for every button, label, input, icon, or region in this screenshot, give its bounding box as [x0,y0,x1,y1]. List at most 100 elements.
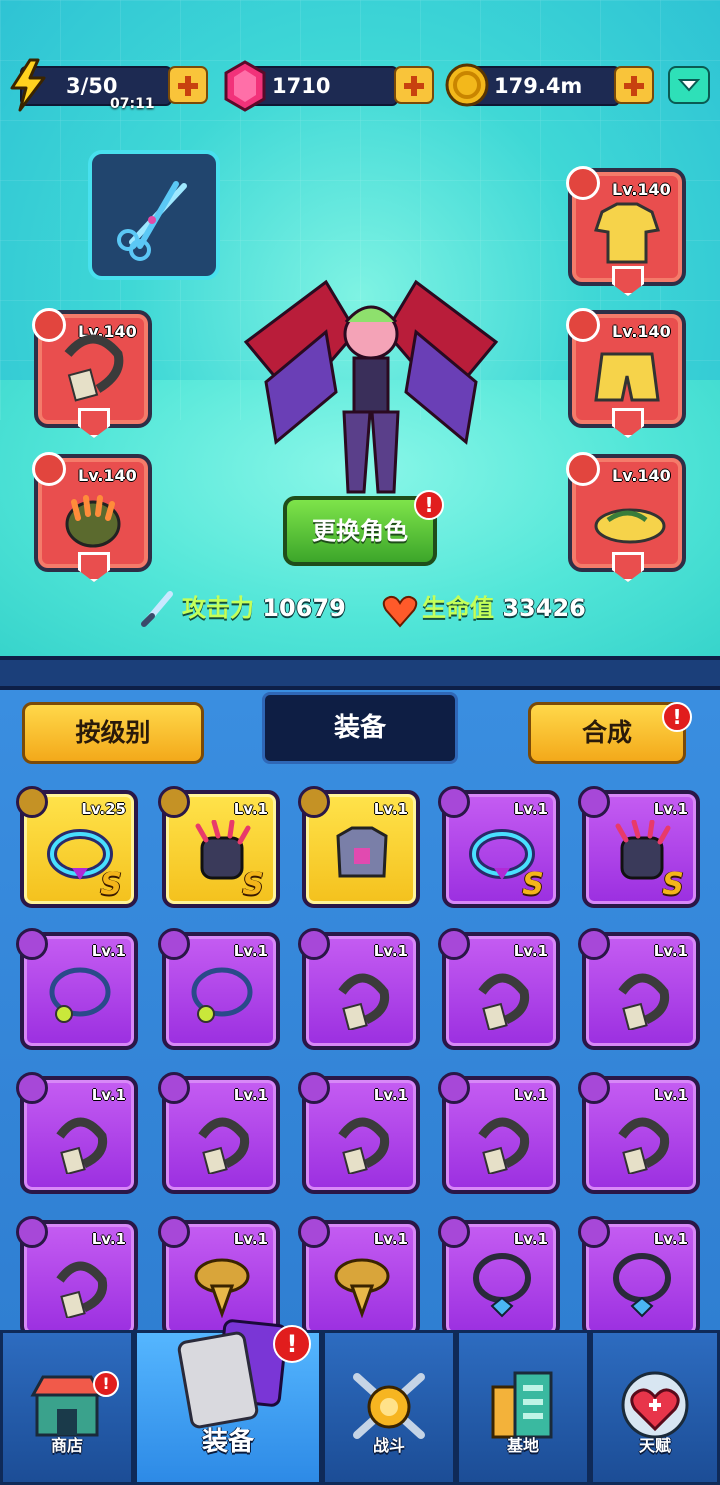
hp-stat: 生命值 33426 [422,588,586,623]
inventory-item[interactable]: Lv.1 S [158,786,280,908]
chevron-down-icon [677,79,701,92]
nav-base-label: 基地 [506,1436,539,1455]
tag-necklace-icon [618,1117,670,1174]
nav-battle[interactable]: 战斗 [322,1330,456,1485]
inventory-item[interactable]: Lv.1 S [578,786,700,908]
add-coins-button[interactable] [614,66,654,104]
hp-value: 33426 [502,594,586,622]
item-level: Lv.1 [653,1086,688,1104]
item-level: Lv.1 [91,1086,126,1104]
inventory-item[interactable]: Lv.1 [578,928,700,1050]
tag-necklace-icon [338,973,390,1030]
tag-necklace-icon [478,973,530,1030]
necklace-type-icon [438,1216,470,1248]
scarf-icon [194,1258,250,1318]
shirt-slot[interactable]: Lv.140 [566,166,686,296]
necklace-type-icon [16,928,48,960]
necklace-type-icon [16,1072,48,1104]
necklace-type-icon [16,786,48,818]
lightning-icon [10,58,46,112]
nav-base[interactable]: 基地 [456,1330,590,1485]
change-character-alert: ! [414,490,444,520]
nav-shop[interactable]: 商店 ! [0,1330,134,1485]
item-grade: S [522,867,544,902]
character-sprite [243,279,499,494]
inventory-item[interactable]: Lv.1 [298,1072,420,1194]
gem-value: 1710 [272,74,331,98]
item-level: Lv.1 [91,1230,126,1248]
add-gems-button[interactable] [394,66,434,104]
weapon-slot[interactable] [88,150,220,280]
item-level: Lv.1 [373,1230,408,1248]
tag-necklace-icon [64,334,124,402]
shirt-type-icon [298,786,330,818]
inventory-item[interactable]: Lv.1 S [438,786,560,908]
pants-slot[interactable]: Lv.140 [566,308,686,438]
inventory-item[interactable]: Lv.1 [16,1072,138,1194]
item-level: Lv.1 [373,800,408,818]
item-level: Lv.1 [513,800,548,818]
tag-necklace-icon [478,1117,530,1174]
shoes-slot[interactable]: Lv.140 [566,452,686,582]
equipment-alert: ! [273,1325,311,1363]
necklace-type-icon [438,1072,470,1104]
necklace-type-icon [158,928,190,960]
inventory-item[interactable]: Lv.1 [16,1216,138,1338]
gem-choker-icon [473,1253,531,1318]
coin-icon [445,63,489,107]
inventory-item[interactable]: Lv.1 [158,1072,280,1194]
tag-necklace-icon [618,973,670,1030]
inventory-item[interactable]: Lv.1 [438,1216,560,1338]
item-level: Lv.1 [513,1086,548,1104]
add-energy-button[interactable] [168,66,208,104]
inventory-item[interactable]: Lv.1 [438,1072,560,1194]
tag-necklace-icon [56,1117,108,1174]
scarf-icon [334,1258,390,1318]
necklace-slot[interactable]: Lv.140 [32,308,152,438]
tab-equipment[interactable]: 装备 [262,692,458,764]
nav-talent[interactable]: 天赋 [590,1330,720,1485]
necklace-type-icon [158,1072,190,1104]
necklace-type-icon [298,1216,330,1248]
inventory-item[interactable]: Lv.25 S [16,786,138,908]
menu-toggle-button[interactable] [668,66,710,104]
necklace-type-icon [438,786,470,818]
nav-talent-label: 天赋 [638,1436,671,1455]
merge-alert: ! [662,702,692,732]
item-level: Lv.1 [513,1230,548,1248]
item-level: Lv.1 [233,1086,268,1104]
item-level: Lv.25 [81,800,126,818]
attack-stat: 攻击力 10679 [182,588,346,623]
tag-necklace-icon [338,1117,390,1174]
item-level: Lv.1 [233,1230,268,1248]
gem-choker-icon [613,1253,671,1318]
nav-equipment-label: 装备 [201,1427,254,1457]
item-level: Lv.1 [233,800,268,818]
armor-vest-icon [336,826,388,878]
item-grade: S [100,867,122,902]
item-level: Lv.1 [653,942,688,960]
item-level: Lv.1 [373,1086,408,1104]
inventory-item[interactable]: Lv.1 [298,928,420,1050]
nav-equipment[interactable]: 装备 ! [134,1319,322,1485]
inventory-item[interactable]: Lv.1 [298,1216,420,1338]
sort-by-level-button[interactable]: 按级别 [22,702,204,764]
building-icon [491,1371,553,1439]
inventory-item[interactable]: Lv.1 [298,786,420,908]
inventory-item[interactable]: Lv.1 [578,1072,700,1194]
energy-timer: 07:11 [110,96,155,112]
sandal-icon [594,508,666,544]
inventory-item[interactable]: Lv.1 [158,928,280,1050]
glove-type-icon [158,786,190,818]
gem-icon [224,60,266,112]
inventory-item[interactable]: Lv.1 [16,928,138,1050]
necklace-type-icon [578,1216,610,1248]
inventory-item[interactable]: Lv.1 [438,928,560,1050]
glove-slot[interactable]: Lv.140 [32,452,152,582]
ball-necklace-icon [49,967,111,1023]
necklace-type-icon [16,1216,48,1248]
inventory-item[interactable]: Lv.1 [578,1216,700,1338]
item-level: Lv.1 [513,942,548,960]
necklace-type-icon [438,928,470,960]
equipment-cards-icon [177,1319,288,1429]
